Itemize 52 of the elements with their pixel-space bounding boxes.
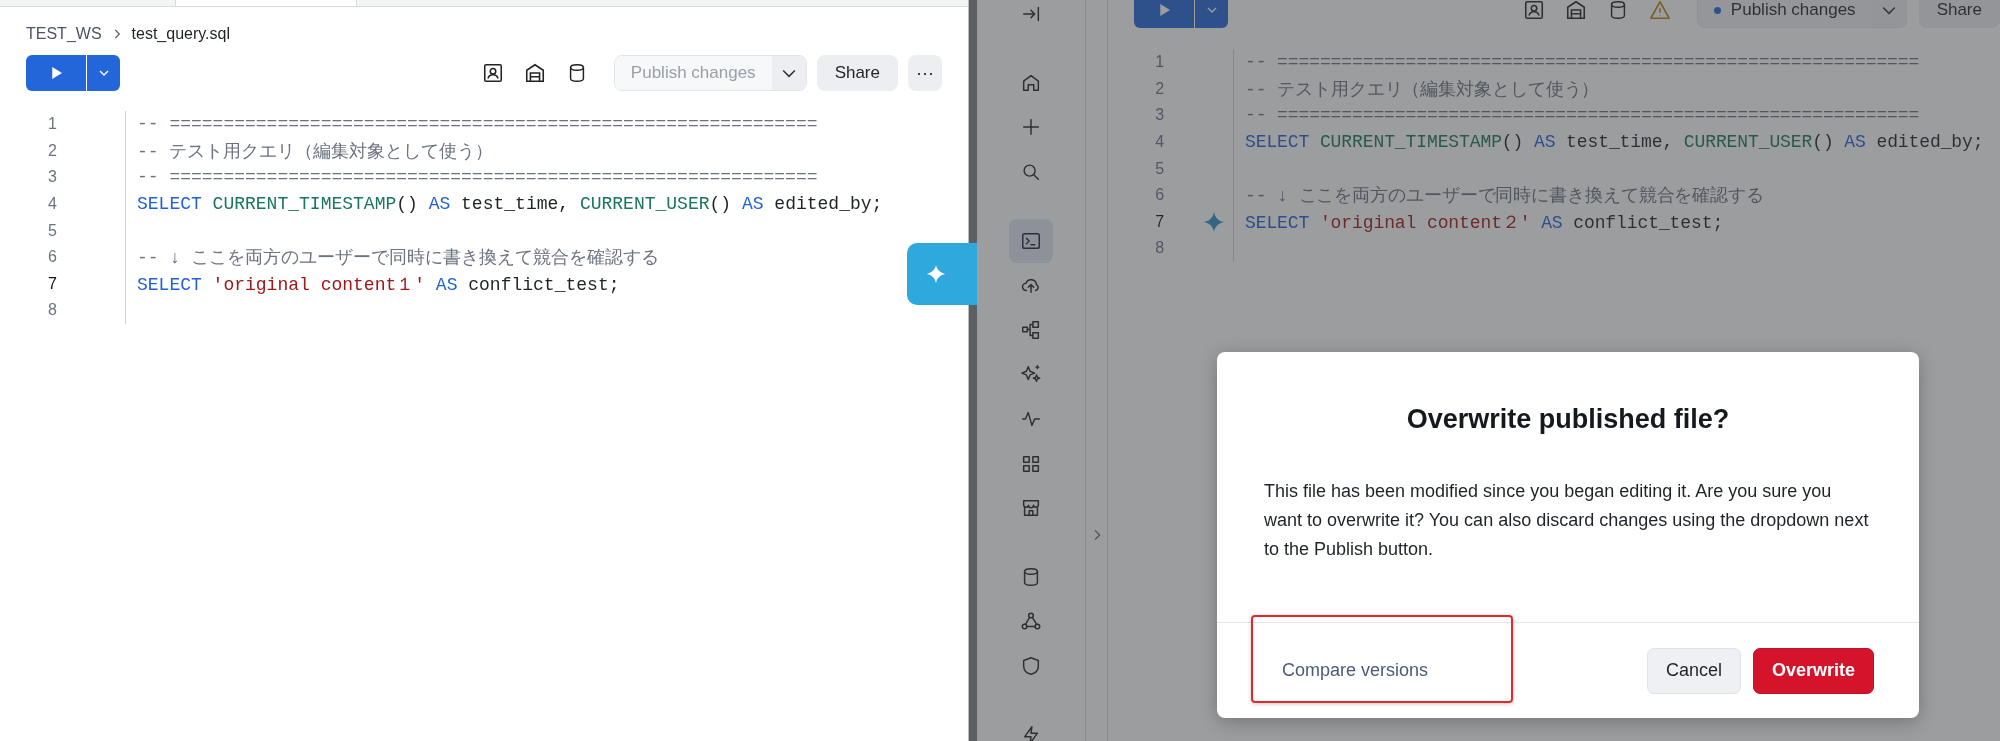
dialog-title: Overwrite published file? (1405, 404, 1731, 435)
line-number: 1 (1154, 53, 1164, 72)
line-number: 8 (1154, 239, 1164, 258)
share-button[interactable]: Share (1918, 0, 2000, 28)
publish-button[interactable]: Publish changes (1697, 0, 1872, 27)
line-number: 5 (1154, 159, 1164, 178)
hierarchy-icon[interactable] (1020, 318, 1042, 341)
line-number: 6 (1154, 186, 1164, 205)
sidebar-button[interactable] (1009, 218, 1053, 263)
breadcrumb-item[interactable]: TEST_WS (26, 25, 102, 43)
code-line: -- ============================================================ (1245, 105, 1920, 126)
warehouse-icon[interactable] (523, 62, 546, 84)
cancel-button[interactable]: Cancel (1646, 647, 1741, 694)
code-line: SELECT 'original content１' AS conflict_test; (137, 273, 620, 296)
contact-card-icon[interactable] (481, 62, 504, 84)
line-number: 2 (1154, 79, 1164, 98)
publish-options-button[interactable] (1871, 0, 1906, 27)
compare-versions-link[interactable]: Compare versions (1282, 660, 1429, 681)
dialog-message: This file has been modified since you began editing it. Are you sure you want to overwrite it? You can also discard changes using the dropdown next to the Publish button. (1264, 480, 1870, 561)
sparkle-icon (925, 263, 947, 285)
line-number: 7 (47, 274, 57, 293)
line-number: 8 (47, 301, 57, 320)
code-line: SELECT CURRENT_TIMESTAMP() AS test_time, CURRENT_USER() AS edited_by; (1245, 132, 1984, 153)
line-number: 1 (47, 115, 57, 134)
line-number: 7 (1154, 212, 1164, 231)
line-number: 3 (1154, 106, 1164, 125)
run-button[interactable] (1134, 0, 1194, 28)
overwrite-button[interactable]: Overwrite (1752, 647, 1874, 694)
shield-icon[interactable] (1020, 655, 1042, 677)
ai-assistant-button[interactable] (907, 243, 979, 305)
line-number: 5 (47, 221, 57, 240)
code-line: -- テスト用クエリ（編集対象として使う） (1245, 78, 1600, 101)
run-button[interactable] (26, 55, 86, 91)
breadcrumb-item[interactable]: test_query.sql (131, 25, 230, 43)
line-number: 4 (47, 195, 57, 214)
more-button[interactable]: ⋯ (908, 55, 942, 91)
code-line: -- ============================================================ (137, 114, 818, 135)
run-options-button[interactable] (1194, 0, 1228, 28)
code-line: SELECT CURRENT_TIMESTAMP() AS test_time, CURRENT_USER() AS edited_by; (137, 194, 883, 215)
code-line: SELECT 'original content２' AS conflict_test; (1245, 211, 1724, 234)
network-icon[interactable] (1020, 610, 1042, 633)
share-button[interactable]: Share (816, 55, 898, 91)
line-number: 4 (1154, 133, 1164, 152)
code-line: -- ============================================================ (1245, 52, 1920, 73)
line-number: 3 (47, 168, 57, 187)
code-line: -- ↓ ここを両方のユーザーで同時に書き換えて競合を確認する (1245, 185, 1764, 208)
code-line: -- テスト用クエリ（編集対象として使う） (137, 140, 494, 163)
code-line: -- ============================================================ (137, 167, 818, 188)
line-number: 2 (47, 141, 57, 160)
run-options-button[interactable] (86, 55, 120, 91)
code-line: -- ↓ ここを両方のユーザーで同時に書き換えて競合を確認する (137, 247, 659, 270)
line-number: 6 (47, 248, 57, 267)
